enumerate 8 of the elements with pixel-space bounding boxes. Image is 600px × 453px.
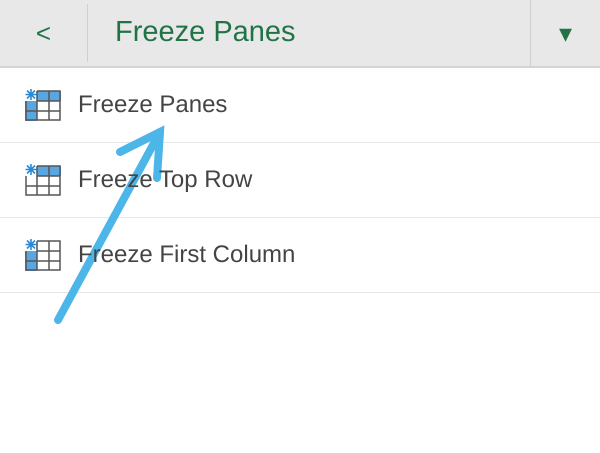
freeze-icon (25, 164, 61, 196)
menu-item[interactable]: Freeze Panes (0, 68, 600, 143)
freeze-icon (25, 239, 61, 271)
freeze-icon (25, 89, 61, 121)
menu-item-label: Freeze Panes (78, 90, 228, 120)
page-title: Freeze Panes (114, 15, 297, 50)
back-button[interactable]: < (0, 4, 88, 62)
dropdown-button[interactable]: ▾ (530, 0, 600, 66)
